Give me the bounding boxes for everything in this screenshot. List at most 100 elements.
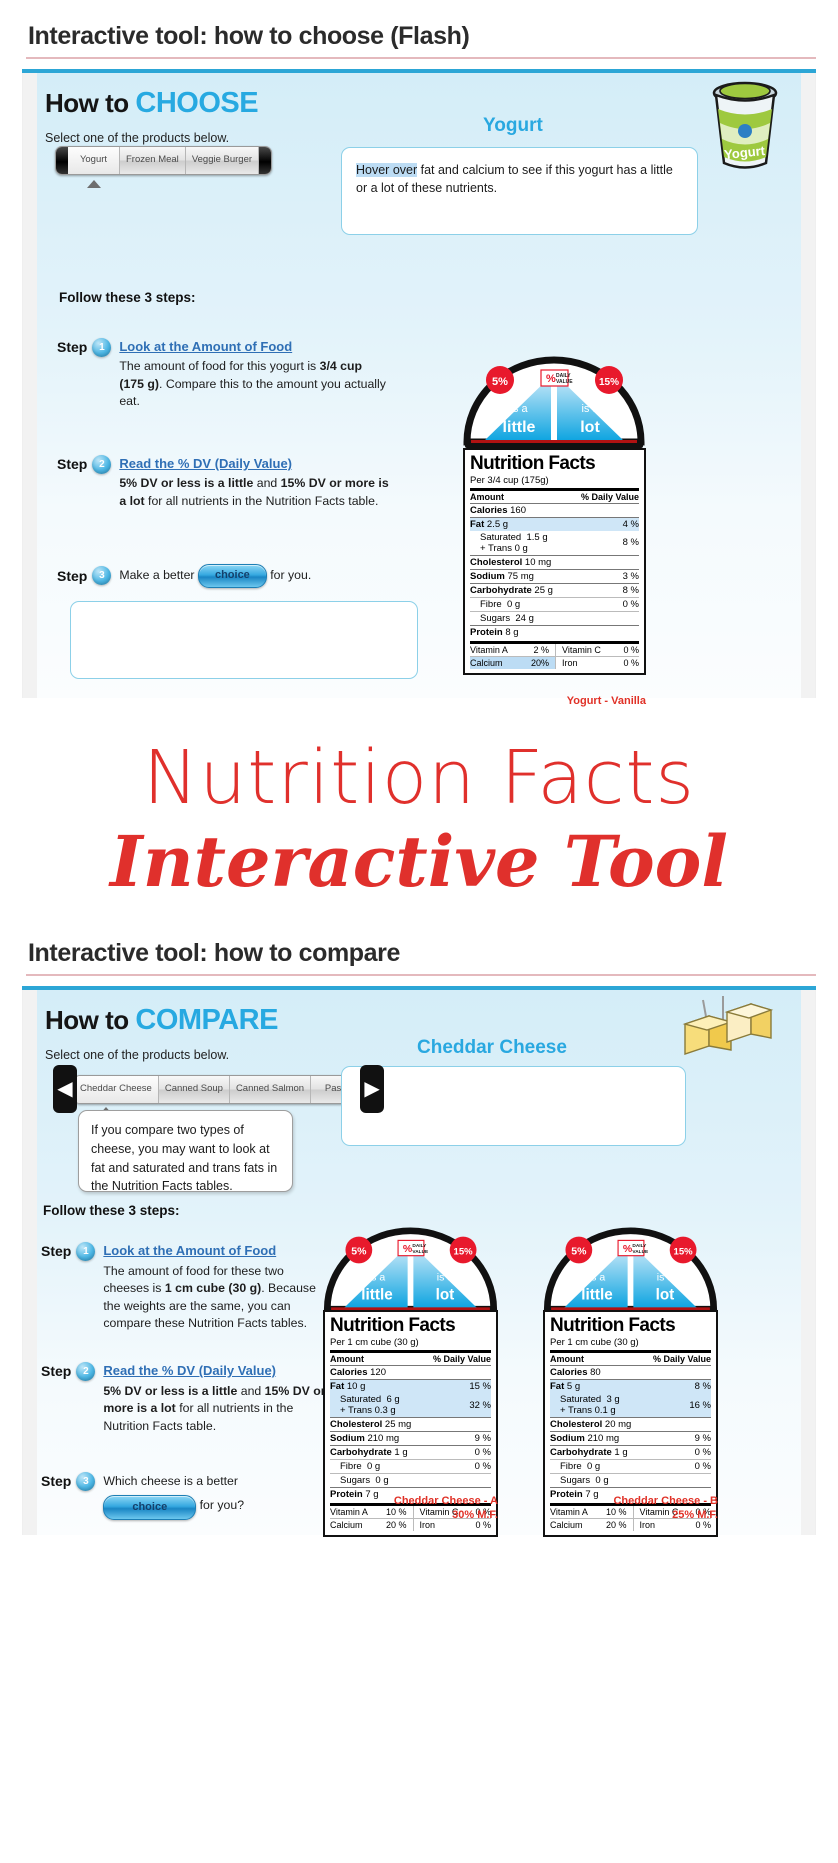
stage-left-gutter [23,73,37,698]
selector-left-cap [56,147,68,174]
big-title-line2: Interactive Tool [110,819,728,903]
choose-product-name: Yogurt [483,115,543,136]
nft-b-sodium: Sodium 210 mg [550,1433,620,1445]
product-tab-veggie-burger[interactable]: Veggie Burger [186,147,260,174]
svg-text:is a: is a [657,1272,674,1284]
step-3-before: Make a better [119,568,198,583]
cs3-after: for you? [196,1497,245,1512]
svg-text:lot: lot [436,1287,455,1304]
choose-product-selector[interactable]: Yogurt Frozen Meal Veggie Burger [55,146,273,188]
choice-button[interactable]: choice [197,564,267,588]
compare-dome-b: 5% 15% % DAILY VALUE is a little is a lo… [543,1227,718,1316]
svg-text:%: % [623,1243,633,1255]
svg-text:lot: lot [656,1287,675,1304]
nft-row-sodium: Sodium 75 mg [470,570,534,582]
svg-text:VALUE: VALUE [556,379,573,385]
howto-prefix-2: How to [45,1005,136,1036]
compare-follow-label: Follow these 3 steps: [43,1203,180,1219]
nft-iron-value: 0 % [623,657,639,668]
dome-left-percent: 5% [492,376,508,388]
nft-b-fibre: Fibre 0 g [560,1461,601,1473]
nft-b-carbohydrate: Carbohydrate 1 g [550,1447,628,1459]
nft-a-caption-line1: Cheddar Cheese - A [393,1495,498,1508]
choice-button-2[interactable]: choice [103,1494,197,1521]
nft-a-fibre: Fibre 0 g [340,1461,381,1473]
big-title-line1: Nutrition Facts [143,735,695,821]
nft-b-caption-line2: 25% M.F. [672,1509,718,1522]
stage-left-gutter-2 [23,990,37,1536]
compare-stage-outer: How to COMPARE Select one of the product… [22,986,816,1538]
nft-a-cholesterol: Cholesterol 25 mg [330,1419,412,1431]
step-number-badge: 2 [76,1362,96,1382]
step-2-text-d: for all nutrients in the Nutrition Facts… [144,493,379,508]
compare-step-1-heading-link[interactable]: Look at the Amount of Food [103,1242,276,1260]
step-word: Step [57,339,88,355]
nft-b-rows: Amount% Daily Value Calories 80 Fat 5 g8… [550,1354,711,1501]
nft-a-title: Nutrition Facts [330,1315,456,1337]
product-tab-canned-soup[interactable]: Canned Soup [159,1075,230,1103]
nft-amount-header: Amount [470,491,504,502]
svg-text:5%: 5% [351,1246,367,1258]
nft-row-fat: Fat 2.5 g [470,518,509,530]
compare-product-selector[interactable]: ◀ Cheddar Cheese Canned Soup Canned Salm… [53,1065,385,1116]
nft-b-calories: Calories 80 [550,1367,601,1379]
howto-accent-2: COMPARE [135,1004,278,1037]
cs2b: and [237,1383,265,1398]
compare-dome-a: 5% 15% % DAILY VALUE is a little is a lo… [323,1227,498,1316]
howto-prefix: How to [45,88,136,118]
prev-product-arrow[interactable]: ◀ [53,1065,77,1114]
compare-tip-bubble: If you compare two types of cheese, you … [78,1110,293,1193]
stage-right-gutter [801,73,815,698]
product-tab-label: Cheddar Cheese [80,1082,152,1094]
svg-text:5%: 5% [571,1246,587,1258]
step-2-text-a: 5% DV or less is a little [119,476,254,491]
choose-step-2: Step 2 Read the % DV (Daily Value) 5% DV… [57,455,397,510]
nft-b-saturated: Saturated 3 g + Trans 0.1 g [560,1394,620,1417]
step-1-heading-link[interactable]: Look at the Amount of Food [119,338,292,356]
nft-row-carbohydrate: Carbohydrate 25 g [470,584,553,596]
nft-b-sugars: Sugars 0 g [560,1475,609,1487]
compare-step-2: Step 2 Read the % DV (Daily Value) 5% DV… [41,1362,326,1435]
compare-step-3-body: Which cheese is a better choice for you? [103,1472,245,1521]
svg-text:DAILY: DAILY [632,1243,647,1249]
choose-stage-outer: How to CHOOSE Select one of the products… [22,69,816,707]
stage-right-gutter-2 [801,990,815,1536]
hover-over-hilite: Hover over [356,163,418,177]
step-1-body: Look at the Amount of Food The amount of… [119,338,387,411]
step-word: Step [57,456,88,472]
step-1-text-a: The amount of food for this yogurt is [119,359,320,374]
cs2a: 5% DV or less is a little [103,1383,238,1398]
svg-text:VALUE: VALUE [632,1249,648,1255]
nft-a-sugars: Sugars 0 g [340,1475,389,1487]
step-1-text-c: . Compare this to the amount you actuall… [119,376,386,409]
product-tab-frozen-meal[interactable]: Frozen Meal [120,147,186,174]
nft-a-rows: Amount % Daily Value Calories 120 Fat 10 … [330,1354,491,1501]
product-tab-cheddar-cheese[interactable]: Cheddar Cheese [74,1075,159,1103]
compare-step-2-heading-link[interactable]: Read the % DV (Daily Value) [103,1362,276,1380]
cheese-cubes-icon [679,994,775,1063]
step-number-badge: 1 [92,338,112,357]
next-product-arrow[interactable]: ▶ [360,1065,385,1114]
nft-b-dv-header: % Daily Value [652,1354,711,1365]
choose-nutrition-facts-table: Nutrition Facts Per 3/4 cup (175g) Amoun… [463,448,646,675]
product-tab-canned-salmon[interactable]: Canned Salmon [230,1075,312,1103]
choose-howto-heading: How to CHOOSE [45,87,259,120]
svg-text:DAILY: DAILY [412,1243,427,1249]
step-2-heading-link[interactable]: Read the % DV (Daily Value) [119,455,292,473]
big-title-block: Nutrition Facts Interactive Tool [0,722,838,918]
step-word: Step [57,567,88,584]
choose-answer-box[interactable] [70,601,418,679]
choose-step-1: Step 1 Look at the Amount of Food The am… [57,338,387,411]
nft-title: Nutrition Facts [470,453,596,474]
svg-text:is a: is a [589,1272,606,1284]
compare-answer-box[interactable] [341,1066,686,1147]
step-number-badge: 3 [76,1472,96,1492]
step-word: Step [41,1473,72,1490]
dome-left-line2: little [503,419,536,436]
dome-right-line1: is a [581,403,599,415]
choose-follow-label: Follow these 3 steps: [59,290,196,305]
product-tab-yogurt[interactable]: Yogurt [68,147,120,174]
choose-select-label: Select one of the products below. [45,131,230,145]
step-number-badge: 2 [92,455,112,474]
nft-b-title: Nutrition Facts [550,1315,676,1337]
